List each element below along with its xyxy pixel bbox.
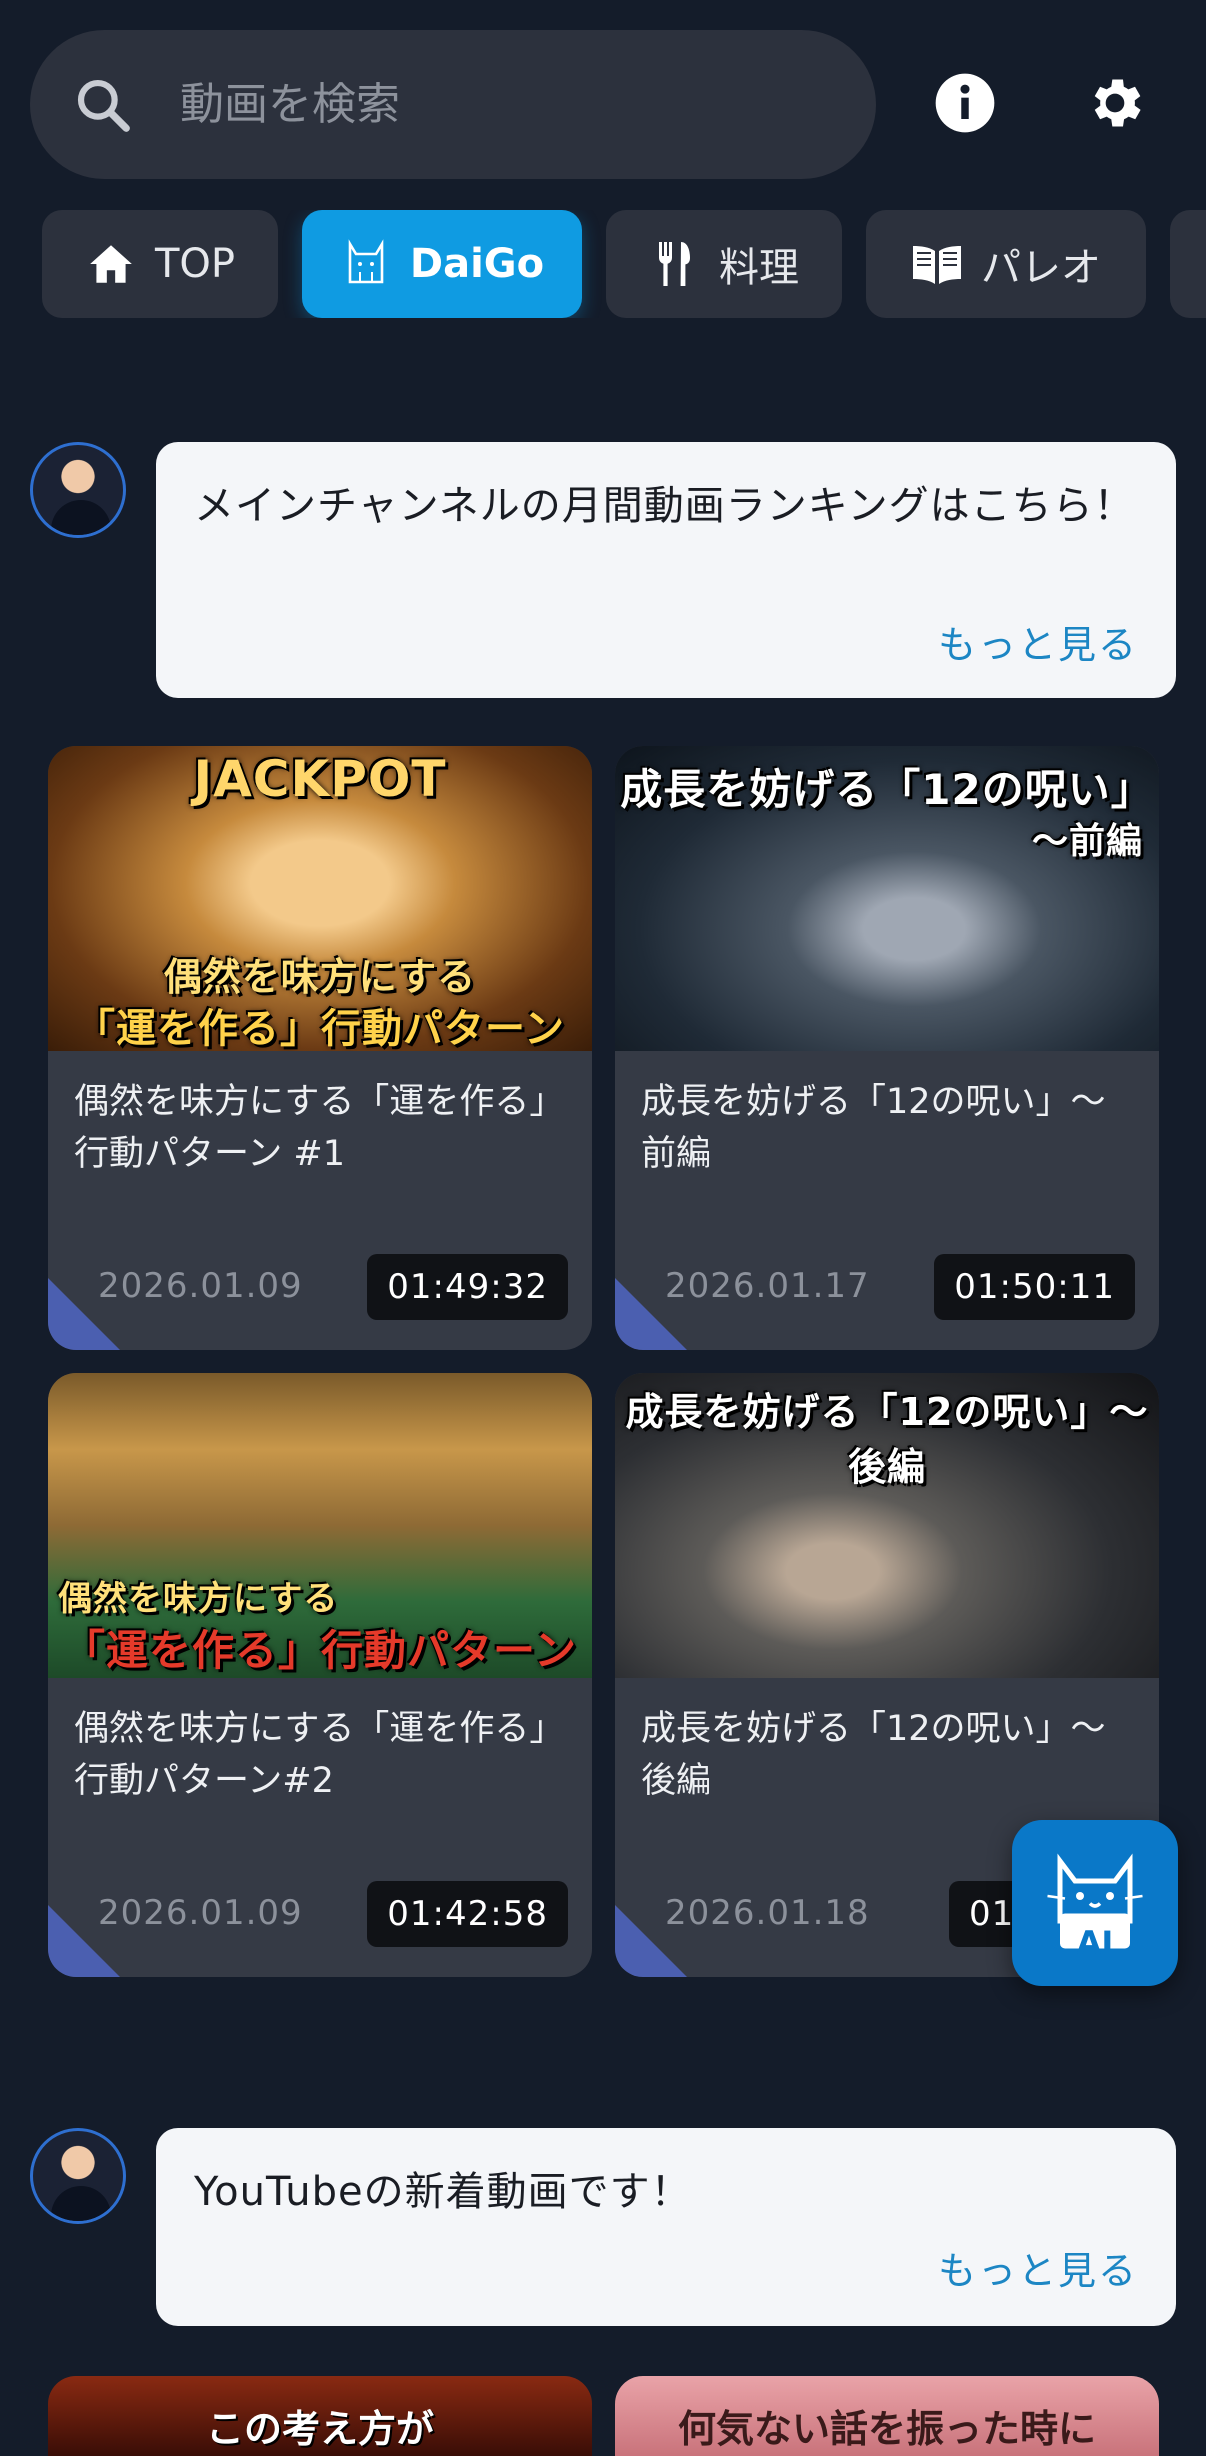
ai-assistant-button[interactable]: AI	[1012, 1820, 1178, 1986]
video-thumbnail: 成長を妨げる「12の呪い」〜後編	[615, 1373, 1159, 1678]
tab-daigo[interactable]: DaiGo	[302, 210, 582, 318]
info-button[interactable]	[922, 62, 1008, 148]
video-title: 成長を妨げる「12の呪い」〜後編	[641, 1709, 1106, 1801]
gear-icon	[1083, 71, 1147, 139]
video-date: 2026.01.17	[665, 1266, 870, 1306]
video-date: 2026.01.18	[665, 1893, 870, 1933]
tab-cooking-label: 料理	[719, 245, 799, 291]
home-icon	[85, 238, 137, 290]
book-icon	[911, 238, 963, 290]
info-icon	[933, 71, 997, 139]
video-date: 2026.01.09	[98, 1266, 303, 1306]
thumbnail-heading: 成長を妨げる「12の呪い」	[620, 765, 1154, 814]
search-bar[interactable]	[30, 30, 876, 179]
video-date: 2026.01.09	[98, 1893, 303, 1933]
video-thumbnail: 成長を妨げる「12の呪い」 〜前編	[615, 746, 1159, 1051]
video-duration: 01:42:58	[367, 1881, 568, 1947]
thumbnail-caption-1: 何気ない話を振った時に	[677, 2407, 1096, 2451]
thumbnail-caption-1: 偶然を味方にする	[58, 1579, 339, 1619]
video-card[interactable]: 偶然を味方にする 「運を作る」行動パターン#2 偶然を味方にする「運を作る」行動…	[48, 1373, 592, 1977]
tab-top[interactable]: TOP	[42, 210, 278, 318]
avatar	[30, 2128, 126, 2224]
search-input[interactable]	[178, 78, 782, 131]
ai-label: AI	[1076, 1924, 1114, 1962]
thumbnail-caption-1: 〜前編	[1031, 821, 1143, 862]
fork-knife-icon	[649, 238, 701, 290]
video-thumbnail[interactable]: この考え方が	[48, 2376, 592, 2456]
see-more-link[interactable]: もっと見る	[938, 2240, 1138, 2295]
thumbnail-caption-2: 「運を作る」行動パターン #1	[75, 1006, 565, 1051]
thumbnail-heading: 成長を妨げる「12の呪い」〜後編	[625, 1390, 1149, 1489]
video-title: 偶然を味方にする「運を作る」行動パターン #1	[74, 1082, 565, 1174]
video-title: 成長を妨げる「12の呪い」〜前編	[641, 1082, 1106, 1174]
thumbnail-caption-1: 偶然を味方にする	[163, 955, 477, 999]
tab-daigo-label: DaiGo	[409, 241, 545, 287]
tab-paleo[interactable]: パレオ	[866, 210, 1146, 318]
search-icon	[72, 74, 134, 136]
video-duration: 01:50:11	[934, 1254, 1135, 1320]
video-title: 偶然を味方にする「運を作る」行動パターン#2	[74, 1709, 565, 1801]
video-thumbnail[interactable]: 何気ない話を振った時に	[615, 2376, 1159, 2456]
settings-button[interactable]	[1072, 62, 1158, 148]
avatar	[30, 442, 126, 538]
tab-paleo-label: パレオ	[981, 245, 1101, 291]
tab-cooking[interactable]: 料理	[606, 210, 842, 318]
thumbnail-caption-1: この考え方が	[205, 2407, 434, 2451]
video-card[interactable]: JACKPOT 偶然を味方にする 「運を作る」行動パターン #1 偶然を味方にす…	[48, 746, 592, 1350]
message-bubble: メインチャンネルの月間動画ランキングはこちら！ もっと見る	[156, 442, 1176, 698]
video-duration: 01:49:32	[367, 1254, 568, 1320]
video-thumbnail: JACKPOT 偶然を味方にする 「運を作る」行動パターン #1	[48, 746, 592, 1051]
message-text: YouTubeの新着動画です！	[194, 2169, 692, 2215]
message-bubble: YouTubeの新着動画です！ もっと見る	[156, 2128, 1176, 2326]
thumbnail-heading: JACKPOT	[193, 750, 447, 808]
video-card[interactable]: 成長を妨げる「12の呪い」 〜前編 成長を妨げる「12の呪い」〜前編 2026.…	[615, 746, 1159, 1350]
thumbnail-caption-2: 「運を作る」行動パターン#2	[63, 1626, 577, 1675]
message-text: メインチャンネルの月間動画ランキングはこちら！	[194, 483, 1135, 529]
see-more-link[interactable]: もっと見る	[938, 614, 1138, 669]
category-tabs: TOP DaiGo 料理 パレオ	[42, 210, 1206, 318]
tab-top-label: TOP	[154, 241, 236, 287]
cat-icon	[340, 238, 392, 290]
video-thumbnail: 偶然を味方にする 「運を作る」行動パターン#2	[48, 1373, 592, 1678]
tab-more[interactable]	[1170, 210, 1206, 318]
